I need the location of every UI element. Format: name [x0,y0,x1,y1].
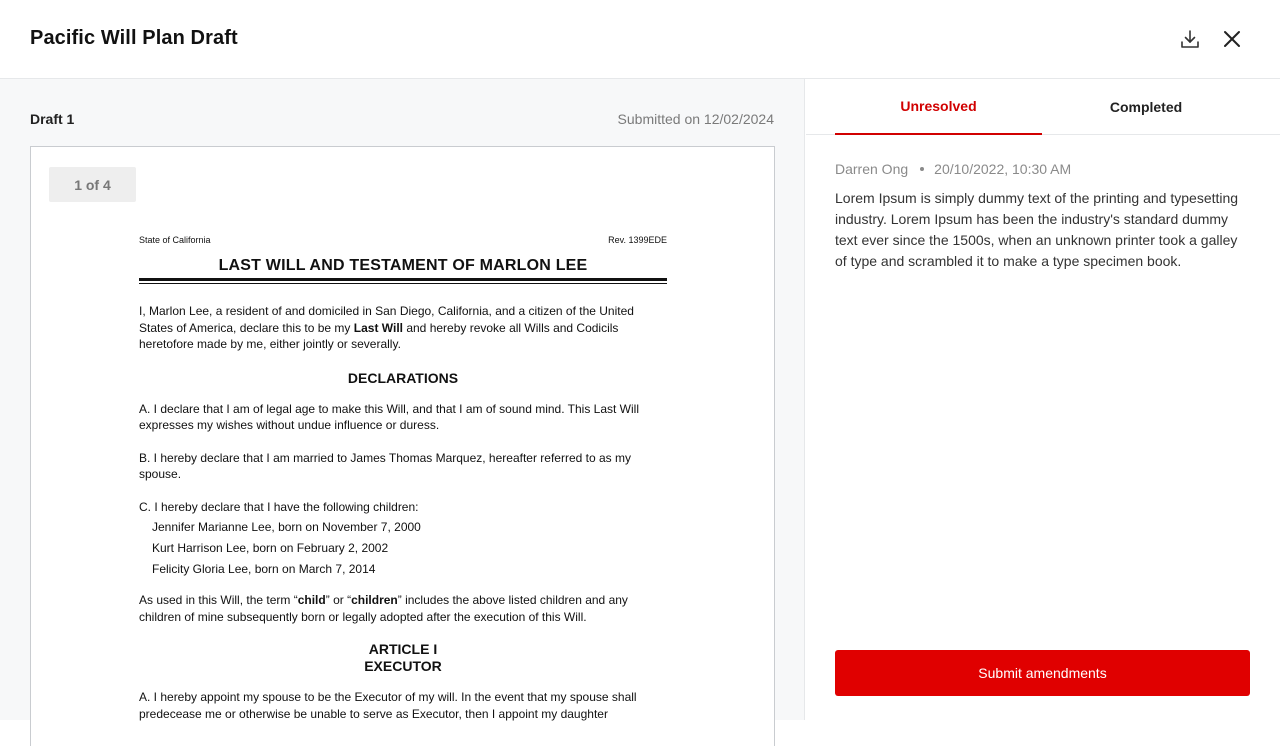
download-icon [1181,30,1199,48]
comment-meta: Darren Ong 20/10/2022, 10:30 AM [835,161,1071,177]
document-pane: Draft 1 Submitted on 12/02/2024 1 of 4 S… [0,79,805,746]
comment-tabs: Unresolved Completed [806,79,1280,135]
doc-intro-bold: Last Will [353,320,403,335]
doc-revision: Rev. 1399EDE [608,235,667,245]
child-item: Jennifer Marianne Lee, born on November … [152,520,421,534]
declarations-heading: DECLARATIONS [347,369,459,386]
article-a: A. I hereby appoint my spouse to be the … [139,690,637,721]
child-term-bold: child [297,593,326,607]
doc-state: State of California [139,235,211,245]
child-definition-text: As used in this Will, the term “ [139,593,298,607]
child-item: Kurt Harrison Lee, born on February 2, 2… [152,541,389,555]
declaration-a: A. I declare that I am of legal age to m… [139,401,640,433]
doc-header-line: State of California Rev. 1399EDE [139,235,667,245]
declaration-b: B. I hereby declare that I am married to… [139,450,631,482]
close-button[interactable] [1219,26,1245,52]
submitted-date: Submitted on 12/02/2024 [617,111,774,127]
comment-body: Lorem Ipsum is simply dummy text of the … [835,190,1239,269]
declaration-c: C. I hereby declare that I have the foll… [139,499,419,514]
child-item: Felicity Gloria Lee, born on March 7, 20… [152,562,376,576]
separator-dot [920,167,925,171]
tab-unresolved[interactable]: Unresolved [835,79,1042,135]
tab-completed[interactable]: Completed [1042,79,1250,135]
child-definition: As used in this Will, the term “child” o… [139,592,667,625]
child-definition-text: ” or “ [325,593,352,607]
document-viewer[interactable]: 1 of 4 State of California Rev. 1399EDE … [30,146,775,746]
page-title: Pacific Will Plan Draft [30,27,238,49]
download-button[interactable] [1177,26,1203,52]
article-heading: ARTICLE I [368,641,438,657]
will-document: State of California Rev. 1399EDE LAST WI… [139,235,667,722]
close-icon [1224,31,1240,47]
comment-author: Darren Ong [835,161,909,177]
comments-pane: Unresolved Completed Darren Ong 20/10/20… [806,79,1280,720]
top-bar: Pacific Will Plan Draft [0,0,1280,79]
draft-label: Draft 1 [30,111,75,127]
doc-intro: I, Marlon Lee, a resident of and domicil… [139,303,667,353]
children-term-bold: children [351,593,398,607]
submit-amendments-button[interactable]: Submit amendments [835,650,1250,696]
doc-title: LAST WILL AND TESTAMENT OF MARLON LEE [218,257,588,274]
comment-timestamp: 20/10/2022, 10:30 AM [934,161,1072,177]
doc-title-rule [139,278,667,284]
children-list: Jennifer Marianne Lee, born on November … [139,517,667,580]
article-subheading: EXECUTOR [364,658,442,674]
page-indicator: 1 of 4 [49,167,136,202]
